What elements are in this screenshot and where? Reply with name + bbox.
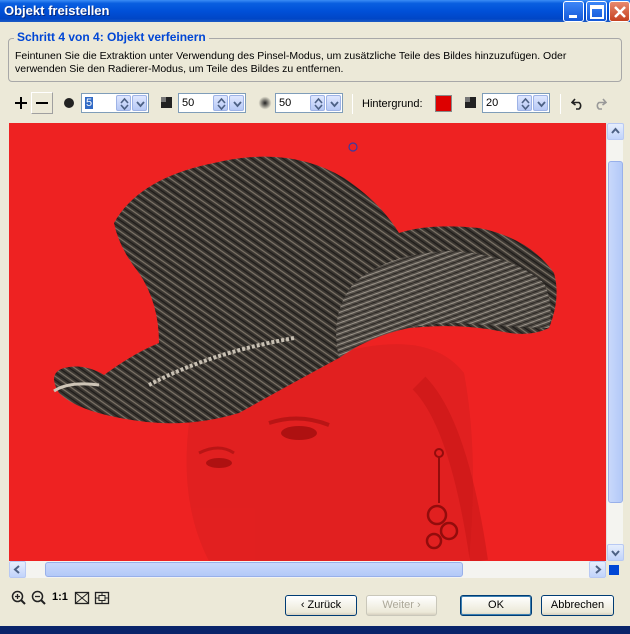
image-canvas[interactable] xyxy=(9,123,606,561)
background-color-swatch[interactable] xyxy=(435,95,452,112)
opacity-spin-icon[interactable] xyxy=(310,95,325,111)
background-opacity-value: 20 xyxy=(486,97,499,109)
toolbar-separator xyxy=(560,94,561,114)
vertical-scrollbar[interactable] xyxy=(606,123,624,561)
redo-icon[interactable] xyxy=(593,96,607,110)
hardness-value: 50 xyxy=(182,97,195,109)
add-brush-icon[interactable] xyxy=(14,96,28,110)
opacity-stepper[interactable]: 50 xyxy=(275,93,343,113)
vertical-scroll-thumb[interactable] xyxy=(608,161,623,503)
soft-brush-icon xyxy=(258,96,272,110)
actual-size-button[interactable]: 1:1 xyxy=(52,591,68,603)
hardness-dropdown-icon[interactable] xyxy=(229,95,244,111)
background-label: Hintergrund: xyxy=(362,98,423,110)
chevron-down-icon xyxy=(611,550,620,557)
step-instructions: Feintunen Sie die Extraktion unter Verwe… xyxy=(15,50,567,75)
scroll-down-button[interactable] xyxy=(607,544,624,561)
tool-options-toolbar: 5 50 50 Hintergrund: 20 xyxy=(0,92,630,116)
scroll-corner xyxy=(609,565,619,575)
fit-window-icon[interactable] xyxy=(74,590,90,606)
maximize-button[interactable] xyxy=(586,1,607,22)
brush-size-icon xyxy=(64,98,74,108)
minimize-icon xyxy=(569,15,577,18)
close-icon xyxy=(614,6,626,18)
maximize-icon xyxy=(590,5,604,19)
eraser-mode-button[interactable] xyxy=(31,92,53,114)
step-title: Schritt 4 von 4: Objekt verfeinern xyxy=(14,30,209,44)
zoom-in-icon[interactable] xyxy=(11,590,27,606)
horizontal-scroll-thumb[interactable] xyxy=(45,562,463,577)
background-spin-icon[interactable] xyxy=(517,95,532,111)
title-bar: Objekt freistellen xyxy=(0,0,630,22)
fit-selection-icon[interactable] xyxy=(94,590,110,606)
chevron-up-icon xyxy=(611,127,620,134)
cancel-button[interactable]: Abbrechen xyxy=(541,595,614,616)
undo-icon[interactable] xyxy=(571,96,585,110)
ok-button[interactable]: OK xyxy=(460,595,532,616)
subtract-icon xyxy=(36,102,48,104)
background-dropdown-icon[interactable] xyxy=(533,95,548,111)
hardness-spin-icon[interactable] xyxy=(213,95,228,111)
opacity-dropdown-icon[interactable] xyxy=(326,95,341,111)
opacity-value: 50 xyxy=(279,97,292,109)
brush-size-dropdown-icon[interactable] xyxy=(132,95,147,111)
scroll-up-button[interactable] xyxy=(607,123,624,140)
close-button[interactable] xyxy=(609,1,630,22)
background-opacity-icon xyxy=(465,97,476,108)
chevron-left-icon xyxy=(13,565,20,574)
masked-image[interactable] xyxy=(9,123,606,561)
scroll-left-button[interactable] xyxy=(9,561,26,578)
brush-size-spin-icon[interactable] xyxy=(116,95,131,111)
taskbar-strip xyxy=(0,626,630,634)
toolbar-separator xyxy=(352,94,353,114)
minimize-button[interactable] xyxy=(563,1,584,22)
hardness-stepper[interactable]: 50 xyxy=(178,93,246,113)
horizontal-scrollbar[interactable] xyxy=(9,561,606,578)
scroll-right-button[interactable] xyxy=(589,561,606,578)
chevron-right-icon xyxy=(595,565,602,574)
zoom-out-icon[interactable] xyxy=(31,590,47,606)
hardness-icon xyxy=(161,97,172,108)
window-title: Objekt freistellen xyxy=(4,3,110,18)
brush-size-value: 5 xyxy=(85,97,94,109)
background-opacity-stepper[interactable]: 20 xyxy=(482,93,550,113)
back-button[interactable]: ‹ Zurück xyxy=(285,595,357,616)
next-button[interactable]: Weiter › xyxy=(366,595,437,616)
brush-size-stepper[interactable]: 5 xyxy=(81,93,149,113)
